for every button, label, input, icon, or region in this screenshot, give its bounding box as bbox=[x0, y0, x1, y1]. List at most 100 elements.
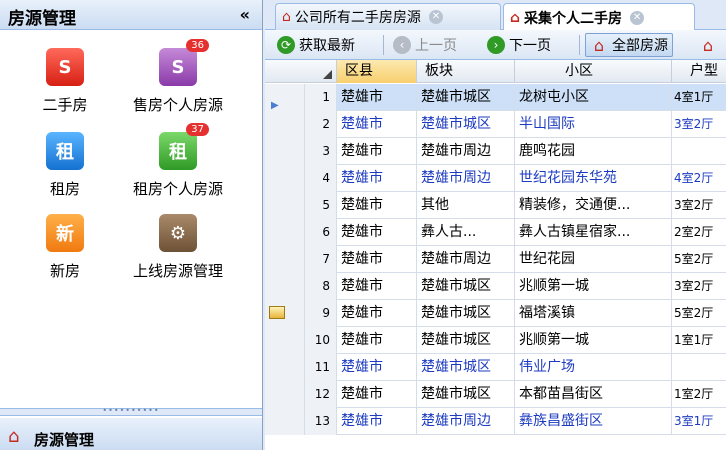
module-sale-personal[interactable]: S 36 售房个人房源 bbox=[118, 39, 238, 115]
cell-district[interactable]: 楚雄市 bbox=[337, 327, 417, 354]
cell-district[interactable]: 楚雄市 bbox=[337, 219, 417, 246]
cell-community[interactable]: 福塔溪镇 bbox=[515, 300, 672, 327]
cell-block[interactable]: 楚雄市城区 bbox=[417, 381, 515, 408]
table-row[interactable]: 4 楚雄市 楚雄市周边 世纪花园东华苑 4室2厅 bbox=[265, 165, 726, 192]
tab-company-listings[interactable]: ⌂ 公司所有二手房房源 ✕ bbox=[275, 3, 501, 30]
column-header-layout[interactable]: 户型 bbox=[672, 60, 726, 83]
module-rent-personal[interactable]: 租 37 租房个人房源 bbox=[118, 123, 238, 199]
cell-block[interactable]: 楚雄市城区 bbox=[417, 111, 515, 138]
cell-district[interactable]: 楚雄市 bbox=[337, 138, 417, 165]
table-row[interactable]: 8 楚雄市 楚雄市城区 兆顺第一城 3室2厅 bbox=[265, 273, 726, 300]
cell-community[interactable]: 伟业广场 bbox=[515, 354, 672, 381]
cell-district[interactable]: 楚雄市 bbox=[337, 408, 417, 435]
table-row[interactable]: 12 楚雄市 楚雄市城区 本都苗昌街区 1室2厅 bbox=[265, 381, 726, 408]
cell-community[interactable]: 兆顺第一城 bbox=[515, 327, 672, 354]
row-marker[interactable] bbox=[265, 111, 305, 138]
column-header-district[interactable]: 区县 bbox=[337, 60, 417, 83]
cell-block[interactable]: 彝人古... bbox=[417, 219, 515, 246]
cell-district[interactable]: 楚雄市 bbox=[337, 84, 417, 111]
row-marker[interactable] bbox=[265, 408, 305, 435]
module-new-house[interactable]: 新 新房 bbox=[5, 214, 125, 281]
row-marker[interactable] bbox=[265, 165, 305, 192]
cell-block[interactable]: 楚雄市周边 bbox=[417, 165, 515, 192]
cell-layout[interactable]: 4室1厅 bbox=[672, 84, 726, 111]
row-marker[interactable] bbox=[265, 273, 305, 300]
table-row[interactable]: ▶ 1 楚雄市 楚雄市城区 龙树屯小区 4室1厅 bbox=[265, 84, 726, 111]
cell-block[interactable]: 楚雄市城区 bbox=[417, 273, 515, 300]
cell-block[interactable]: 楚雄市城区 bbox=[417, 84, 515, 111]
all-listings-button[interactable]: ⌂ 全部房源 bbox=[585, 33, 673, 57]
cell-community[interactable]: 彝族昌盛街区 bbox=[515, 408, 672, 435]
cell-district[interactable]: 楚雄市 bbox=[337, 354, 417, 381]
row-number-header[interactable] bbox=[265, 60, 337, 83]
refresh-button[interactable]: ⟳ 获取最新 bbox=[273, 33, 359, 57]
table-row[interactable]: 5 楚雄市 其他 精装修，交通便... 3室2厅 bbox=[265, 192, 726, 219]
tab-personal-collected[interactable]: ⌂ 采集个人二手房 ✕ bbox=[503, 3, 695, 31]
row-marker[interactable] bbox=[265, 327, 305, 354]
table-row[interactable]: 2 楚雄市 楚雄市城区 半山国际 3室2厅 bbox=[265, 111, 726, 138]
more-toolbar-button[interactable]: ⌂ bbox=[695, 33, 725, 57]
cell-community[interactable]: 精装修，交通便... bbox=[515, 192, 672, 219]
cell-block[interactable]: 楚雄市周边 bbox=[417, 246, 515, 273]
table-row[interactable]: 3 楚雄市 楚雄市周边 鹿鸣花园 bbox=[265, 138, 726, 165]
cell-community[interactable]: 世纪花园东华苑 bbox=[515, 165, 672, 192]
left-panel-footer[interactable]: ⌂ 房源管理 bbox=[0, 418, 262, 450]
cell-district[interactable]: 楚雄市 bbox=[337, 165, 417, 192]
cell-district[interactable]: 楚雄市 bbox=[337, 273, 417, 300]
cell-community[interactable]: 半山国际 bbox=[515, 111, 672, 138]
cell-block[interactable]: 楚雄市城区 bbox=[417, 354, 515, 381]
module-second-hand[interactable]: S 二手房 bbox=[5, 48, 125, 115]
close-icon[interactable]: ✕ bbox=[630, 10, 645, 25]
cell-block[interactable]: 楚雄市周边 bbox=[417, 408, 515, 435]
cell-block[interactable]: 楚雄市城区 bbox=[417, 300, 515, 327]
cell-layout[interactable]: 3室2厅 bbox=[672, 111, 726, 138]
table-row[interactable]: 7 楚雄市 楚雄市周边 世纪花园 5室2厅 bbox=[265, 246, 726, 273]
cell-layout[interactable]: 3室2厅 bbox=[672, 192, 726, 219]
table-row[interactable]: 10 楚雄市 楚雄市城区 兆顺第一城 1室1厅 bbox=[265, 327, 726, 354]
cell-community[interactable]: 鹿鸣花园 bbox=[515, 138, 672, 165]
cell-layout[interactable]: 5室2厅 bbox=[672, 246, 726, 273]
cell-block[interactable]: 其他 bbox=[417, 192, 515, 219]
panel-splitter[interactable]: •••••••••• bbox=[0, 407, 262, 416]
row-marker[interactable] bbox=[265, 300, 305, 327]
table-row[interactable]: 6 楚雄市 彝人古... 彝人古镇星宿家... 2室2厅 bbox=[265, 219, 726, 246]
cell-layout[interactable]: 1室1厅 bbox=[672, 327, 726, 354]
cell-layout[interactable]: 4室2厅 bbox=[672, 165, 726, 192]
collapse-panel-button[interactable]: « bbox=[240, 5, 250, 24]
cell-district[interactable]: 楚雄市 bbox=[337, 381, 417, 408]
row-marker[interactable] bbox=[265, 138, 305, 165]
cell-layout[interactable]: 5室2厅 bbox=[672, 300, 726, 327]
row-marker[interactable] bbox=[265, 219, 305, 246]
table-row[interactable]: 11 楚雄市 楚雄市城区 伟业广场 bbox=[265, 354, 726, 381]
cell-layout[interactable] bbox=[672, 138, 726, 165]
cell-district[interactable]: 楚雄市 bbox=[337, 300, 417, 327]
module-rent[interactable]: 租 租房 bbox=[5, 132, 125, 199]
cell-layout[interactable]: 2室2厅 bbox=[672, 219, 726, 246]
table-row[interactable]: 9 楚雄市 楚雄市城区 福塔溪镇 5室2厅 bbox=[265, 300, 726, 327]
row-marker[interactable] bbox=[265, 192, 305, 219]
prev-page-button[interactable]: ‹ 上一页 bbox=[389, 33, 461, 57]
row-marker[interactable] bbox=[265, 246, 305, 273]
cell-community[interactable]: 本都苗昌街区 bbox=[515, 381, 672, 408]
row-marker[interactable] bbox=[265, 381, 305, 408]
column-header-community[interactable]: 小区 bbox=[515, 60, 672, 83]
cell-community[interactable]: 彝人古镇星宿家... bbox=[515, 219, 672, 246]
cell-block[interactable]: 楚雄市周边 bbox=[417, 138, 515, 165]
cell-layout[interactable]: 1室2厅 bbox=[672, 381, 726, 408]
row-marker[interactable]: ▶ bbox=[265, 84, 305, 111]
cell-layout[interactable] bbox=[672, 354, 726, 381]
cell-community[interactable]: 兆顺第一城 bbox=[515, 273, 672, 300]
cell-block[interactable]: 楚雄市城区 bbox=[417, 327, 515, 354]
cell-community[interactable]: 世纪花园 bbox=[515, 246, 672, 273]
row-marker[interactable] bbox=[265, 354, 305, 381]
next-page-button[interactable]: › 下一页 bbox=[483, 33, 555, 57]
module-online-listing[interactable]: ⚙ 上线房源管理 bbox=[118, 214, 238, 281]
close-icon[interactable]: ✕ bbox=[428, 10, 443, 24]
cell-district[interactable]: 楚雄市 bbox=[337, 192, 417, 219]
table-row[interactable]: 13 楚雄市 楚雄市周边 彝族昌盛街区 3室1厅 bbox=[265, 408, 726, 435]
cell-layout[interactable]: 3室2厅 bbox=[672, 273, 726, 300]
cell-layout[interactable]: 3室1厅 bbox=[672, 408, 726, 435]
cell-district[interactable]: 楚雄市 bbox=[337, 246, 417, 273]
cell-community[interactable]: 龙树屯小区 bbox=[515, 84, 672, 111]
column-header-block[interactable]: 板块 bbox=[417, 60, 515, 83]
